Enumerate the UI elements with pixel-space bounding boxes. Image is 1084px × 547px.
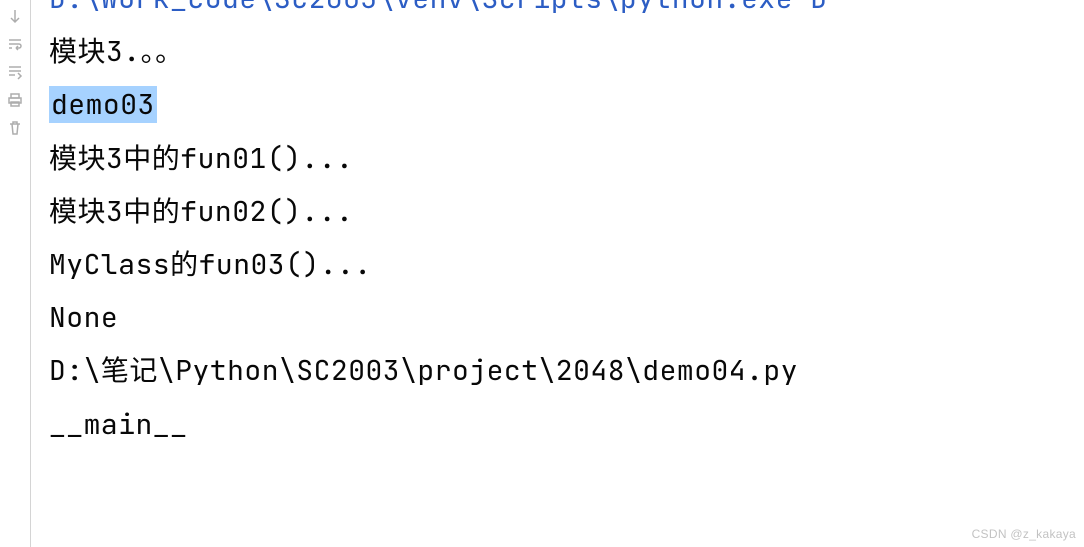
console-line: 模块3中的fun01()... <box>49 132 1066 185</box>
trash-icon[interactable] <box>7 120 23 136</box>
console-line: None <box>49 291 1066 344</box>
console-line: 模块3.。。 <box>49 25 1066 78</box>
console-line: D:\笔记\Python\SC2003\project\2048\demo04.… <box>49 344 1066 397</box>
scroll-to-end-icon[interactable] <box>7 64 23 80</box>
arrow-down-icon[interactable] <box>7 8 23 24</box>
selected-text: demo03 <box>49 86 157 123</box>
console-output[interactable]: D:\Work_code\SC2003\venv\Scripts\python.… <box>31 0 1084 519</box>
console-line: MyClass的fun03()... <box>49 238 1066 291</box>
console-line: __main__ <box>49 398 1066 451</box>
console-gutter <box>0 0 30 547</box>
print-icon[interactable] <box>7 92 23 108</box>
console-line: D:\Work_code\SC2003\venv\Scripts\python.… <box>49 0 1066 25</box>
watermark: CSDN @z_kakaya <box>972 527 1076 541</box>
wrap-lines-icon[interactable] <box>7 36 23 52</box>
console-line: demo03 <box>49 78 1066 131</box>
console-line: 模块3中的fun02()... <box>49 185 1066 238</box>
